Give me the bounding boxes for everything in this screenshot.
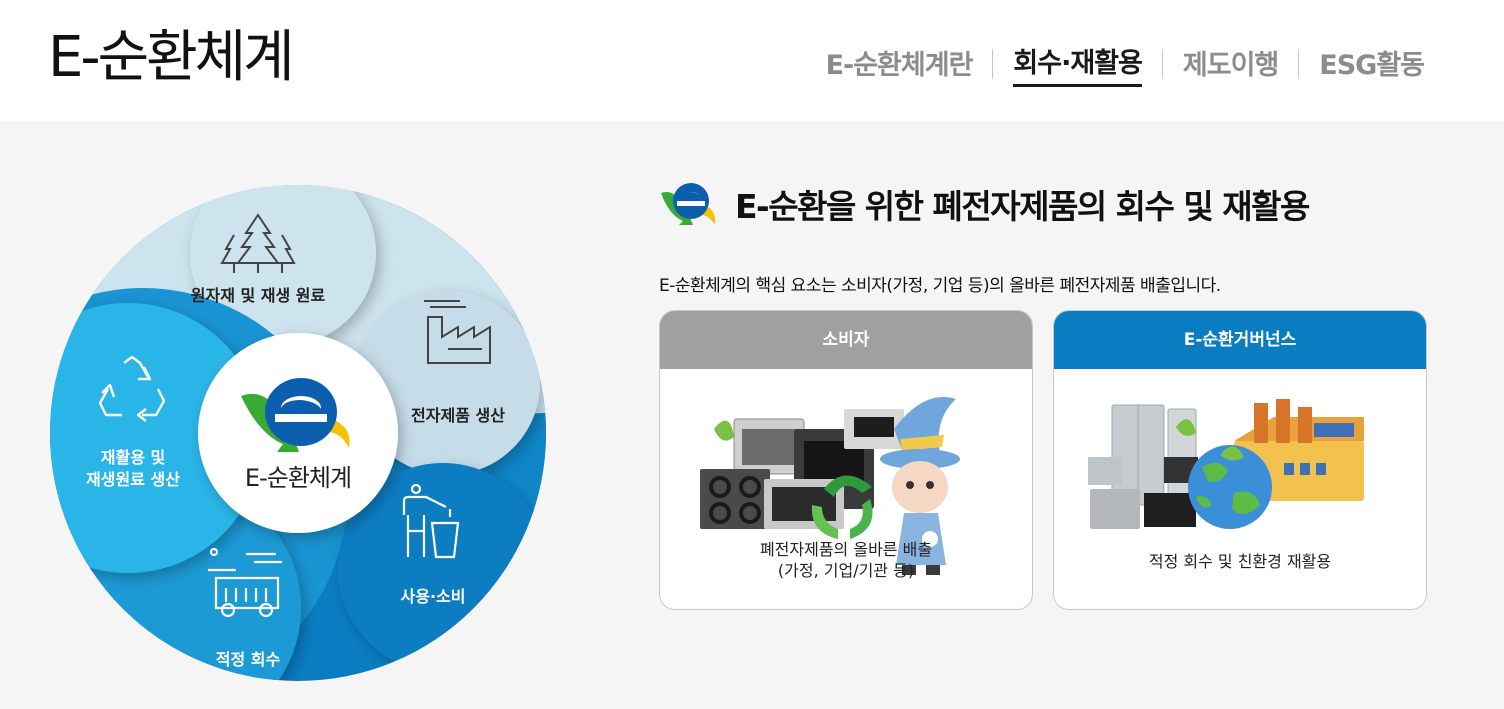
consumer-card: 소비자 폐전자제품의 올바른 배출 (가정, 기업/기관 등) xyxy=(659,310,1033,610)
section-heading: E-순환을 위한 폐전자제품의 회수 및 재활용 xyxy=(659,179,1310,229)
consumer-caption-line1: 폐전자제품의 올바른 배출 xyxy=(759,540,933,559)
nav-divider xyxy=(1161,49,1163,79)
site-header: E-순환체계 E-순환체계란 회수·재활용 제도이행 ESG활동 xyxy=(0,0,1504,121)
nav-item-collection-recycling[interactable]: 회수·재활용 xyxy=(1013,41,1143,87)
section-title: E-순환을 위한 폐전자제품의 회수 및 재활용 xyxy=(735,187,1310,226)
person-trash-icon xyxy=(402,483,460,559)
e-cycle-governance-card: E-순환거버넌스 적정 회수 및 친환경 재활용 xyxy=(1053,310,1427,610)
nav-divider xyxy=(1298,49,1300,79)
site-title: E-순환체계 xyxy=(48,25,295,90)
appliances-earth-factory-illustration xyxy=(1088,399,1364,529)
nav-divider xyxy=(992,49,994,79)
main-nav: E-순환체계란 회수·재활용 제도이행 ESG활동 xyxy=(826,41,1425,87)
trees-icon xyxy=(220,213,296,273)
consumer-card-caption: 폐전자제품의 올바른 배출 (가정, 기업/기관 등) xyxy=(660,539,1032,581)
stage-production-label: 전자제품 생산 xyxy=(411,406,505,425)
cycle-center-label: E-순환체계 xyxy=(244,464,352,492)
nav-item-e-cycle-intro[interactable]: E-순환체계란 xyxy=(826,43,974,86)
e-logo-icon xyxy=(661,183,716,225)
nav-item-esg[interactable]: ESG활동 xyxy=(1319,43,1425,86)
factory-icon xyxy=(424,300,491,364)
stage-raw-materials-label: 원자재 및 재생 원료 xyxy=(190,286,326,305)
governance-caption-line1: 적정 회수 및 친환경 재활용 xyxy=(1148,552,1332,571)
governance-card-header: E-순환거버넌스 xyxy=(1054,311,1426,369)
e-cycle-diagram: 원자재 및 재생 원료 전자제품 생산 사용·소비 적정 회수 재활용 및 재생… xyxy=(48,183,548,683)
nav-item-compliance[interactable]: 제도이행 xyxy=(1183,43,1279,86)
stage-collection-label: 적정 회수 xyxy=(215,650,281,669)
main-content: 원자재 및 재생 원료 전자제품 생산 사용·소비 적정 회수 재활용 및 재생… xyxy=(0,121,1504,709)
consumer-caption-line2: (가정, 기업/기관 등) xyxy=(777,561,915,580)
stage-recycling-label-line2: 재생원료 생산 xyxy=(86,470,180,489)
section-description: E-순환체계의 핵심 요소는 소비자(가정, 기업 등)의 올바른 폐전자제품 … xyxy=(659,276,1221,296)
stage-consumption-label: 사용·소비 xyxy=(400,587,466,606)
truck-icon xyxy=(208,548,282,618)
governance-card-caption: 적정 회수 및 친환경 재활용 xyxy=(1054,551,1426,572)
consumer-card-header: 소비자 xyxy=(660,311,1032,369)
stage-recycling-label: 재활용 및 재생원료 생산 xyxy=(68,447,198,491)
e-cycle-logo-icon xyxy=(241,378,350,452)
recycle-icon xyxy=(98,355,166,422)
stage-recycling-label-line1: 재활용 및 xyxy=(100,448,166,467)
